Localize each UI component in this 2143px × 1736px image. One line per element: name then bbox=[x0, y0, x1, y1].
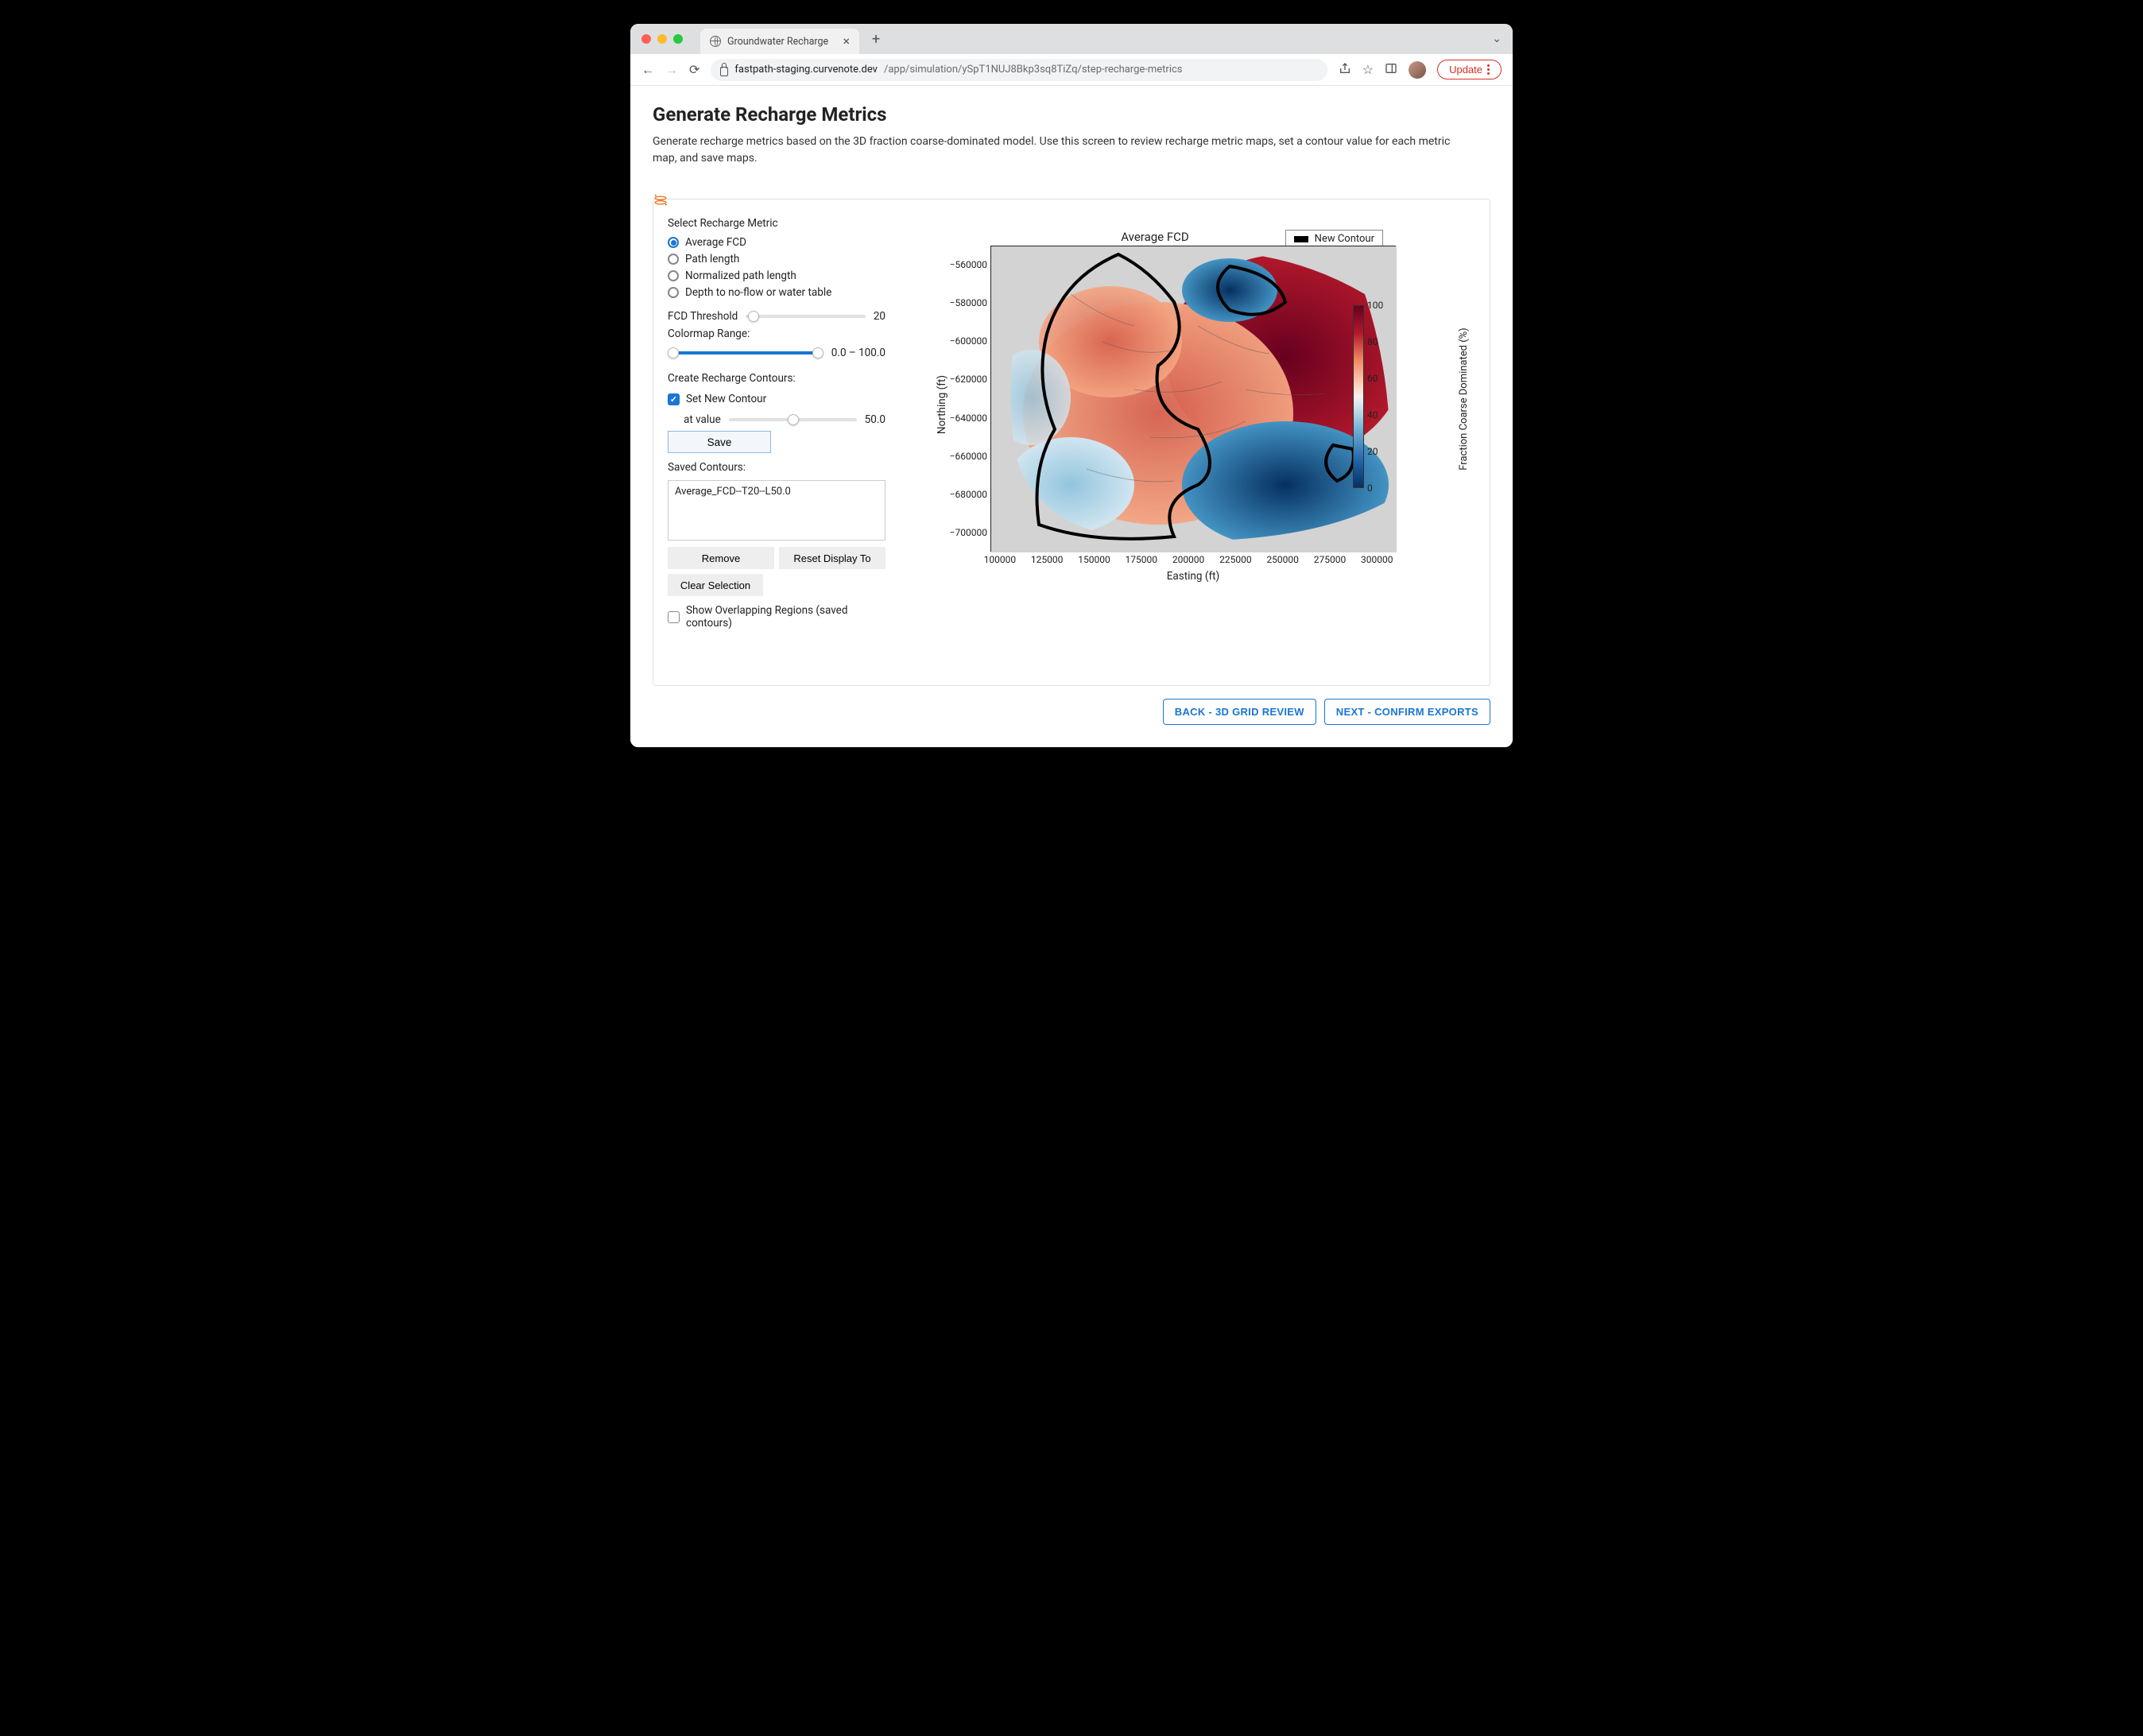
globe-icon bbox=[710, 36, 721, 47]
share-icon[interactable] bbox=[1339, 62, 1351, 78]
colorbar-gradient bbox=[1353, 305, 1364, 488]
list-item[interactable]: Average_FCD--T20--L50.0 bbox=[675, 486, 878, 498]
chart-title: Average FCD bbox=[903, 230, 1478, 244]
metric-radio-depth-to-no-flow[interactable]: Depth to no-flow or water table bbox=[668, 286, 885, 299]
y-axis-ticks: −560000−580000−600000−620000−640000−6600… bbox=[943, 246, 989, 552]
browser-window: Groundwater Recharge × + ⌄ ← → ⟳ fastpat… bbox=[630, 24, 1513, 747]
tabs-dropdown-button[interactable]: ⌄ bbox=[1492, 33, 1502, 45]
contours-label: Create Recharge Contours: bbox=[668, 372, 885, 385]
tab-title: Groundwater Recharge bbox=[727, 36, 828, 48]
url-bar[interactable]: fastpath-staging.curvenote.dev/app/simul… bbox=[711, 59, 1327, 81]
tab-close-button[interactable]: × bbox=[843, 35, 850, 48]
minimize-window-button[interactable] bbox=[657, 34, 667, 44]
legend-swatch bbox=[1294, 236, 1308, 242]
fcd-threshold-row: FCD Threshold 20 bbox=[668, 310, 885, 323]
reload-button[interactable]: ⟳ bbox=[689, 62, 699, 77]
widget-card: Select Recharge Metric Average FCD Path … bbox=[653, 199, 1490, 686]
radio-label: Normalized path length bbox=[685, 269, 796, 282]
forward-button[interactable]: → bbox=[665, 62, 678, 78]
fcd-threshold-label: FCD Threshold bbox=[668, 310, 738, 323]
jupyter-icon bbox=[652, 192, 669, 209]
saved-contours-label: Saved Contours: bbox=[668, 461, 885, 474]
colorbar: 020406080100 Fraction Coarse Dominated (… bbox=[1353, 305, 1424, 492]
colormap-range-slider[interactable] bbox=[668, 351, 823, 355]
next-step-button[interactable]: NEXT - CONFIRM EXPORTS bbox=[1324, 699, 1490, 725]
metric-radio-normalized-path-length[interactable]: Normalized path length bbox=[668, 269, 885, 282]
show-overlap-checkbox[interactable]: Show Overlapping Regions (saved contours… bbox=[668, 604, 885, 630]
metric-radio-path-length[interactable]: Path length bbox=[668, 253, 885, 265]
heatmap-plot[interactable] bbox=[990, 246, 1396, 552]
window-titlebar: Groundwater Recharge × + ⌄ bbox=[630, 24, 1513, 54]
url-path: /app/simulation/ySpT1NUJ8Bkp3sq8TiZq/ste… bbox=[884, 64, 1183, 76]
legend-label: New Contour bbox=[1315, 233, 1374, 245]
save-label: Save bbox=[707, 436, 732, 448]
at-value-label: at value bbox=[684, 413, 721, 426]
at-value-slider[interactable] bbox=[729, 418, 857, 421]
metric-radio-average-fcd[interactable]: Average FCD bbox=[668, 236, 885, 249]
radio-icon bbox=[668, 270, 679, 281]
lock-icon bbox=[720, 67, 728, 76]
maximize-window-button[interactable] bbox=[673, 34, 683, 44]
star-icon[interactable]: ☆ bbox=[1362, 62, 1374, 77]
set-new-contour-checkbox[interactable]: Set New Contour bbox=[668, 393, 885, 405]
toolbar-right: ☆ Update bbox=[1339, 60, 1502, 79]
close-window-button[interactable] bbox=[641, 34, 651, 44]
browser-toolbar: ← → ⟳ fastpath-staging.curvenote.dev/app… bbox=[630, 54, 1513, 86]
page-description: Generate recharge metrics based on the 3… bbox=[653, 134, 1463, 167]
back-step-button[interactable]: BACK - 3D GRID REVIEW bbox=[1163, 699, 1316, 725]
profile-avatar[interactable] bbox=[1409, 61, 1426, 79]
save-button[interactable]: Save bbox=[668, 431, 771, 453]
new-tab-button[interactable]: + bbox=[872, 31, 880, 48]
x-axis-label: Easting (ft) bbox=[990, 570, 1396, 583]
remove-button[interactable]: Remove bbox=[668, 547, 774, 569]
radio-label: Depth to no-flow or water table bbox=[685, 286, 831, 299]
colormap-range-value: 0.0 – 100.0 bbox=[831, 347, 885, 359]
update-label: Update bbox=[1449, 64, 1482, 76]
page-content: Generate Recharge Metrics Generate recha… bbox=[630, 86, 1513, 747]
window-controls bbox=[641, 34, 683, 44]
radio-label: Path length bbox=[685, 253, 739, 265]
colorbar-label: Fraction Coarse Dominated (%) bbox=[1458, 327, 1470, 470]
back-button[interactable]: ← bbox=[641, 62, 654, 78]
checkbox-label: Set New Contour bbox=[686, 393, 766, 405]
at-value-value: 50.0 bbox=[865, 413, 885, 426]
radio-icon bbox=[668, 237, 679, 248]
chart-area: New Contour Average FCD Northing (ft) −5… bbox=[903, 211, 1478, 564]
browser-tab[interactable]: Groundwater Recharge × bbox=[700, 29, 859, 54]
url-host: fastpath-staging.curvenote.dev bbox=[734, 64, 878, 76]
fcd-threshold-slider[interactable] bbox=[746, 315, 866, 318]
reset-display-button[interactable]: Reset Display To bbox=[779, 547, 885, 569]
step-nav: BACK - 3D GRID REVIEW NEXT - CONFIRM EXP… bbox=[653, 699, 1490, 725]
checkbox-label: Show Overlapping Regions (saved contours… bbox=[686, 604, 885, 630]
saved-contours-listbox[interactable]: Average_FCD--T20--L50.0 bbox=[668, 480, 885, 541]
page-title: Generate Recharge Metrics bbox=[653, 103, 1490, 126]
checkbox-icon bbox=[668, 611, 680, 623]
radio-icon bbox=[668, 254, 679, 265]
sidepanel-icon[interactable] bbox=[1385, 62, 1397, 78]
radio-icon bbox=[668, 287, 679, 298]
select-metric-label: Select Recharge Metric bbox=[668, 217, 885, 230]
checkbox-icon bbox=[668, 393, 680, 405]
colormap-label: Colormap Range: bbox=[668, 327, 885, 340]
radio-label: Average FCD bbox=[685, 236, 746, 249]
clear-selection-button[interactable]: Clear Selection bbox=[668, 574, 763, 596]
fcd-threshold-value: 20 bbox=[874, 310, 885, 323]
controls-panel: Select Recharge Metric Average FCD Path … bbox=[665, 211, 887, 637]
chart-axes: Northing (ft) −560000−580000−600000−6200… bbox=[943, 246, 1436, 564]
menu-icon bbox=[1487, 64, 1490, 75]
update-button[interactable]: Update bbox=[1437, 60, 1502, 79]
